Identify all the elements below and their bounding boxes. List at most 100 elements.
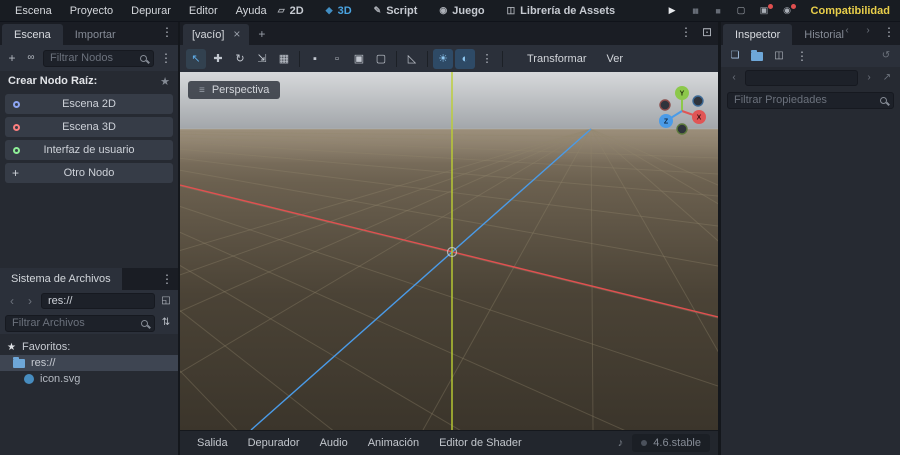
menu-depurar[interactable]: Depurar — [122, 2, 180, 20]
bottom-tab-depurador[interactable]: Depurador — [239, 433, 309, 453]
filter-nodes-input[interactable] — [50, 52, 135, 64]
node3d-icon — [13, 123, 20, 131]
search-icon — [141, 319, 148, 327]
gizmo-neg-x-ball[interactable] — [659, 99, 671, 111]
scale-tool[interactable]: ⇲ — [252, 49, 272, 69]
expand-object-icon[interactable]: ↗ — [880, 73, 894, 83]
sort-files-icon[interactable]: ⇅ — [159, 318, 173, 328]
preview-sun-button[interactable]: ☀ — [433, 48, 453, 69]
close-tab-icon[interactable]: × — [233, 28, 240, 40]
scene-toolbar-menu-icon[interactable]: ⋮ — [159, 52, 173, 64]
distraction-free-icon[interactable]: ⊡ — [700, 26, 714, 38]
history-forward-icon[interactable]: › — [861, 26, 875, 38]
bottom-tab-salida[interactable]: Salida — [188, 433, 237, 453]
resource-extra-menu-icon[interactable]: ⋮ — [795, 50, 809, 62]
workspace-assetlib[interactable]: ◫ Librería de Assets — [497, 3, 625, 19]
select-tool[interactable]: ↖ — [186, 48, 206, 69]
transform-menu[interactable]: Transformar — [518, 49, 596, 69]
scene-tab-empty[interactable]: [vacío] × — [183, 24, 250, 45]
preview-menu-icon[interactable]: ⋮ — [477, 49, 497, 69]
assetlib-icon: ◫ — [506, 5, 516, 15]
workspace-3d[interactable]: ◆ 3D — [316, 3, 362, 19]
stop-button[interactable]: ■ — [709, 6, 728, 16]
inspector-filter-row — [721, 89, 900, 111]
version-badge[interactable]: 4.6.stable — [632, 434, 710, 452]
workspace-script[interactable]: ✎ Script — [364, 3, 428, 19]
new-scene-tab-button[interactable]: + — [249, 23, 274, 45]
gizmo-neg-y-ball[interactable] — [676, 123, 688, 135]
renderer-dropdown[interactable]: Compatibilidad — [811, 5, 890, 17]
tree-item-icon-svg[interactable]: icon.svg — [0, 371, 178, 387]
pause-button[interactable]: ▮▮ — [686, 7, 705, 15]
new-resource-button[interactable]: ❏ — [728, 51, 742, 61]
list-select-tool[interactable]: ▦ — [274, 49, 294, 69]
workspace-2d[interactable]: ▱ 2D — [268, 3, 314, 19]
filter-properties-input[interactable] — [734, 94, 875, 106]
tab-inspector[interactable]: Inspector — [723, 24, 793, 45]
lock-button[interactable]: ▪ — [305, 49, 325, 69]
inspector-toolbar: ❏ ◫ ⋮ ↺ — [721, 45, 900, 67]
menu-editor[interactable]: Editor — [180, 2, 227, 20]
save-resource-button[interactable]: ◫ — [772, 51, 786, 61]
menu-proyecto[interactable]: Proyecto — [61, 2, 122, 20]
tab-escena[interactable]: Escena — [2, 24, 63, 45]
unlock-button[interactable]: ▫ — [327, 49, 347, 69]
separator — [396, 50, 397, 67]
embed-game-button[interactable]: ▣ — [755, 4, 774, 16]
bottom-tab-shader-editor[interactable]: Editor de Shader — [430, 433, 531, 453]
menu-escena[interactable]: Escena — [6, 2, 61, 20]
group-button[interactable]: ▣ — [349, 49, 369, 69]
3d-icon: ◆ — [325, 5, 333, 15]
create-ui-button[interactable]: Interfaz de usuario — [5, 140, 173, 160]
instance-scene-button[interactable]: ∞ — [24, 53, 38, 63]
scene-dock-menu-icon[interactable]: ⋮ — [160, 26, 174, 38]
tree-item-res-root[interactable]: res:// — [0, 355, 178, 371]
load-resource-button[interactable] — [751, 49, 763, 61]
forward-icon[interactable]: › — [23, 295, 37, 307]
move-tool[interactable]: ✚ — [208, 49, 228, 69]
object-back-icon[interactable]: ‹ — [727, 73, 741, 83]
script-icon: ✎ — [373, 5, 382, 15]
view-menu[interactable]: Ver — [598, 49, 633, 69]
path-input[interactable] — [48, 295, 148, 307]
create-scene-3d-button[interactable]: Escena 3D — [5, 117, 173, 137]
workspace-game[interactable]: ◉ Juego — [429, 3, 494, 19]
object-forward-icon[interactable]: › — [862, 73, 876, 83]
play-button[interactable]: ▶ — [663, 5, 682, 16]
inspector-object-row: ‹ › ↗ — [721, 67, 900, 89]
add-node-button[interactable]: + — [5, 52, 19, 64]
perspective-button[interactable]: ≡ Perspectiva — [188, 81, 281, 99]
preview-environment-button[interactable]: ◐ — [455, 48, 475, 69]
star-icon: ★ — [7, 341, 16, 353]
gizmo-neg-z-ball[interactable] — [692, 95, 704, 107]
edit-history-icon[interactable]: ↺ — [879, 51, 893, 61]
notifications-icon[interactable]: ♪ — [618, 437, 624, 449]
favorites-star-icon[interactable]: ★ — [160, 75, 170, 88]
bottom-tab-audio[interactable]: Audio — [311, 433, 357, 453]
tab-importar[interactable]: Importar — [63, 24, 128, 45]
gizmo-y-label: Y — [680, 91, 685, 98]
scene-tab-bar: [vacío] × + ⋮ ⊡ — [180, 22, 718, 45]
filesystem-tab[interactable]: Sistema de Archivos — [0, 268, 122, 290]
movie-maker-button[interactable]: ◉ — [778, 4, 797, 16]
scene-dock: Escena Importar ⋮ + ∞ ⋮ Crear Nodo Raíz:… — [0, 22, 178, 268]
game-view-button[interactable]: ▢ — [732, 5, 751, 16]
ungroup-button[interactable]: ▢ — [371, 49, 391, 69]
back-icon[interactable]: ‹ — [5, 295, 19, 307]
split-view-icon[interactable]: ◱ — [159, 296, 173, 306]
create-other-node-button[interactable]: + Otro Nodo — [5, 163, 173, 183]
filter-files-input[interactable] — [12, 317, 136, 329]
bottom-tab-animacion[interactable]: Animación — [359, 433, 428, 453]
rotate-tool[interactable]: ↻ — [230, 49, 250, 69]
scene-tabs-menu-icon[interactable]: ⋮ — [679, 26, 693, 38]
inspector-dock-menu-icon[interactable]: ⋮ — [882, 26, 896, 38]
filesystem-menu-icon[interactable]: ⋮ — [160, 273, 174, 285]
history-back-icon[interactable]: ‹ — [840, 26, 854, 38]
object-name-input[interactable] — [746, 71, 857, 85]
ruler-tool[interactable]: ◺ — [402, 49, 422, 69]
main-menus: Escena Proyecto Depurar Editor Ayuda — [0, 2, 276, 20]
3d-viewport[interactable]: ≡ Perspectiva Y X Z — [180, 72, 718, 430]
create-scene-2d-button[interactable]: Escena 2D — [5, 94, 173, 114]
axis-gizmo[interactable]: Y X Z — [656, 84, 710, 138]
gizmo-x-label: X — [697, 115, 702, 122]
